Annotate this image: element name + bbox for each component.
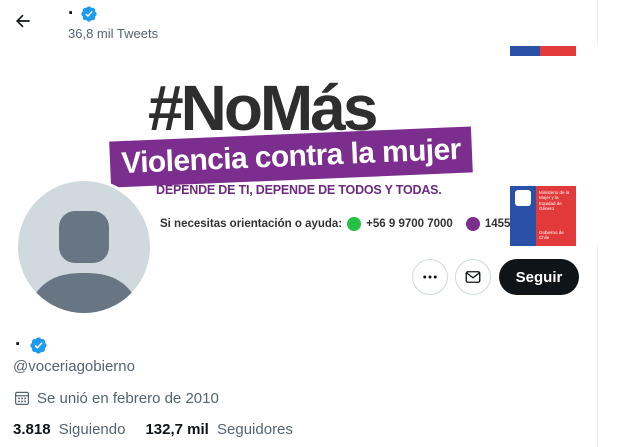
following-label: Siguiendo [58, 421, 126, 438]
whatsapp-number: +56 9 9700 7000 [366, 218, 453, 230]
banner-tagline: DEPENDE DE TI, DEPENDE DE TODOS Y TODAS. [156, 183, 442, 197]
profile-actions: Seguir [0, 259, 598, 295]
profile-stats: 3.818 Siguiendo 132,7 mil Seguidores [13, 421, 293, 438]
join-date-text: Se unió en febrero de 2010 [37, 389, 219, 407]
back-button[interactable] [8, 6, 38, 36]
followers-label: Seguidores [217, 421, 293, 438]
mail-icon [465, 271, 481, 283]
avatar[interactable] [15, 178, 153, 316]
header-name-text: · [68, 3, 75, 24]
coat-of-arms-icon [515, 190, 531, 206]
profile-header: · 36,8 mil Tweets [0, 0, 598, 46]
verified-badge-icon[interactable] [29, 336, 48, 355]
profile-name: · [15, 334, 48, 356]
whatsapp-icon [347, 217, 362, 231]
ministry-sub: Gobierno de Chile [539, 229, 564, 240]
banner-hashtag: #NoMás [148, 72, 378, 144]
more-button[interactable] [412, 259, 448, 295]
ministry-name: Ministerio de la Mujer y la Equidad de G… [539, 190, 570, 212]
header-name: · [68, 3, 98, 24]
phone-number: 1455 [484, 218, 511, 230]
banner-help-row: Si necesitas orientación o ayuda: +56 9 … [160, 217, 510, 231]
tweet-count: 36,8 mil Tweets [68, 26, 159, 41]
message-button[interactable] [455, 259, 491, 295]
following-link[interactable]: 3.818 Siguiendo [13, 421, 125, 438]
banner-headline: Violencia contra la mujer [120, 132, 462, 181]
profile-name-text: · [15, 334, 22, 355]
following-count: 3.818 [13, 421, 51, 438]
profile-handle: @voceriagobierno [13, 358, 135, 375]
ministry-logo: Ministerio de la Mujer y la Equidad de G… [510, 186, 576, 246]
banner-help-label: Si necesitas orientación o ayuda: [160, 218, 343, 230]
arrow-left-icon [16, 14, 30, 28]
calendar-icon [15, 391, 29, 405]
profile-column: · 36,8 mil Tweets #NoMás Violencia contr… [0, 0, 598, 447]
verified-badge-icon [81, 6, 98, 22]
followers-count: 132,7 mil [145, 421, 209, 438]
more-dots-icon [423, 275, 437, 279]
followers-link[interactable]: 132,7 mil Seguidores [145, 421, 292, 438]
join-date: Se unió en febrero de 2010 [13, 389, 219, 407]
follow-button[interactable]: Seguir [499, 259, 579, 295]
phone-icon [465, 217, 480, 231]
flag-stripe [510, 46, 576, 56]
